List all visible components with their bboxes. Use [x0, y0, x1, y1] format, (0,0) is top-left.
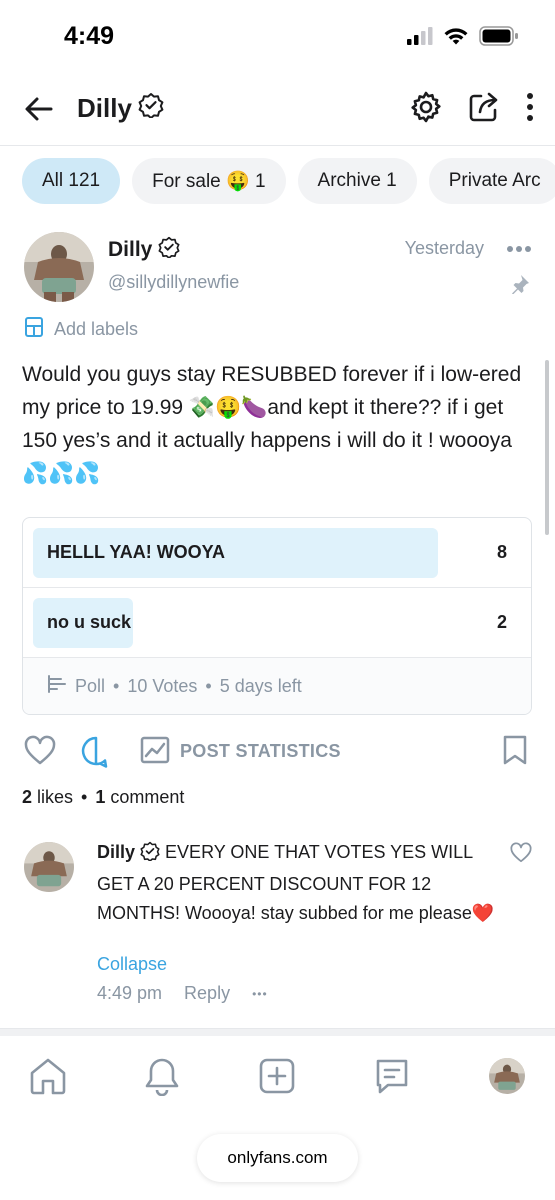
more-vertical-icon[interactable]	[525, 92, 535, 127]
top-nav: Dilly	[0, 72, 555, 146]
likes-number: 2	[22, 787, 33, 807]
battery-icon	[479, 26, 519, 51]
poll-option-votes: 2	[496, 612, 507, 632]
poll-option-votes: 8	[496, 542, 507, 562]
tab-archive[interactable]: Archive 1	[297, 158, 417, 204]
avatar	[489, 1058, 525, 1094]
status-bar: 4:49	[0, 0, 555, 72]
status-icons	[407, 26, 519, 51]
post-body-text: Would you guys stay RESUBBED forever if …	[22, 363, 522, 485]
arrow-left-icon	[25, 97, 53, 121]
scrollbar[interactable]	[545, 360, 549, 535]
likes-count[interactable]: 2 likes	[22, 787, 73, 808]
notifications-bell-icon[interactable]	[142, 1056, 182, 1096]
post-header: Dilly @sillydillynewfie Yesterday	[22, 228, 532, 308]
likes-label: likes	[37, 787, 74, 807]
avatar[interactable]	[24, 842, 74, 892]
label-tag-icon	[24, 316, 44, 343]
page-title: Dilly	[77, 92, 164, 125]
comment-body: Dilly EVERY ONE THAT VOTES YES WILL GET …	[97, 838, 497, 928]
verified-badge-icon	[138, 92, 164, 125]
add-labels-button[interactable]: Add labels	[24, 316, 138, 343]
post-author[interactable]: Dilly	[108, 236, 180, 264]
nav-actions	[409, 90, 535, 129]
share-icon[interactable]	[467, 90, 501, 129]
poll-option[interactable]: HELLL YAA! WOOYA 8	[23, 518, 531, 588]
like-heart-icon[interactable]	[24, 735, 56, 772]
comment: Dilly EVERY ONE THAT VOTES YES WILL GET …	[22, 838, 534, 1018]
statistics-chart-icon[interactable]	[140, 735, 170, 770]
separator-dot: •	[113, 675, 120, 696]
poll-vote-count: 10 Votes	[127, 675, 198, 696]
bottom-tab-bar	[0, 1036, 555, 1126]
profile-avatar[interactable]	[487, 1056, 527, 1096]
post-author-name: Dilly	[108, 238, 153, 261]
divider	[0, 1028, 555, 1036]
bookmark-icon[interactable]	[502, 735, 528, 770]
post-statistics-button[interactable]: POST STATISTICS	[180, 741, 341, 762]
browser-url-bar[interactable]: onlyfans.com	[197, 1134, 358, 1182]
pin-icon[interactable]	[510, 274, 530, 299]
poll-option-label: HELLL YAA! WOOYA	[47, 542, 226, 562]
separator-dot: •	[81, 787, 88, 807]
page-title-text: Dilly	[77, 93, 132, 123]
comment-time: 4:49 pm	[97, 983, 163, 1003]
avatar[interactable]	[24, 232, 94, 302]
poll: HELLL YAA! WOOYA 8 no u suck 2 Poll • 10…	[22, 517, 532, 715]
comment-author[interactable]: Dilly	[97, 842, 135, 862]
separator-dot: •	[205, 675, 212, 696]
tab-private-archive[interactable]: Private Arc	[428, 158, 555, 204]
cellular-signal-icon	[407, 27, 433, 50]
collapse-button[interactable]: Collapse	[97, 954, 167, 975]
messages-icon[interactable]	[372, 1056, 412, 1096]
status-time: 4:49	[64, 22, 115, 50]
post-more-button[interactable]	[506, 240, 532, 258]
comments-number: 1	[95, 787, 106, 807]
more-horizontal-icon	[507, 246, 531, 252]
poll-icon	[47, 674, 67, 698]
comment-more-button[interactable]: •••	[252, 987, 268, 1001]
home-icon[interactable]	[28, 1056, 68, 1096]
reply-button[interactable]: Reply	[184, 983, 230, 1004]
tab-for-sale[interactable]: For sale 🤑 1	[132, 158, 286, 204]
back-button[interactable]	[22, 92, 56, 126]
comment-meta: 4:49 pm Reply •••	[97, 983, 268, 1004]
filter-tabs: All 121 For sale 🤑 1 Archive 1 Private A…	[22, 158, 555, 204]
comment-bubble-icon[interactable]	[80, 735, 112, 774]
comments-count[interactable]: 1 comment	[95, 787, 184, 808]
engagement-counts: 2 likes • 1 comment	[22, 787, 184, 808]
verified-badge-icon	[158, 236, 180, 264]
poll-footer: Poll • 10 Votes • 5 days left	[23, 658, 531, 714]
verified-badge-icon	[140, 841, 160, 870]
post-actions: POST STATISTICS	[22, 735, 534, 771]
post-author-handle[interactable]: @sillydillynewfie	[108, 272, 239, 293]
comment-like-heart-icon[interactable]	[510, 842, 532, 869]
add-post-plus-icon[interactable]	[257, 1056, 297, 1096]
poll-type: Poll	[75, 675, 106, 696]
add-labels-text: Add labels	[54, 319, 139, 339]
poll-option-label: no u suck	[47, 612, 132, 632]
poll-option[interactable]: no u suck 2	[23, 588, 531, 658]
poll-time-left: 5 days left	[219, 675, 302, 696]
wifi-icon	[443, 26, 469, 51]
post-timestamp: Yesterday	[404, 238, 484, 258]
comments-label: comment	[110, 787, 185, 807]
settings-gear-icon[interactable]	[409, 90, 443, 129]
tab-all[interactable]: All 121	[22, 158, 121, 204]
